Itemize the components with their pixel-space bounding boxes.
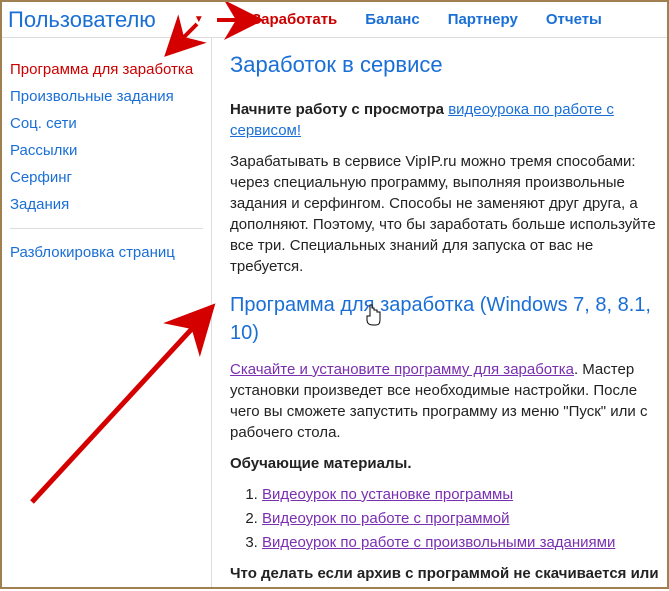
intro-bold: Начните работу с просмотра bbox=[230, 101, 448, 118]
sidebar-item-surfing[interactable]: Серфинг bbox=[10, 164, 203, 191]
nav-earn[interactable]: Заработать bbox=[252, 11, 338, 28]
nav-reports[interactable]: Отчеты bbox=[546, 11, 602, 28]
page-title: Пользователю bbox=[8, 7, 156, 33]
content-area: Заработок в сервисе Начните работу с про… bbox=[212, 38, 667, 587]
list-item: Видеоурок по работе с программой bbox=[262, 508, 663, 529]
download-link[interactable]: Скачайте и установите программу для зара… bbox=[230, 361, 574, 378]
train-link-1[interactable]: Видеоурок по установке программы bbox=[262, 486, 513, 503]
list-item: Видеоурок по работе с произвольными зада… bbox=[262, 532, 663, 553]
sidebar-divider bbox=[10, 228, 203, 229]
training-title: Обучающие материалы. bbox=[230, 453, 663, 474]
training-list: Видеоурок по установке программы Видеоур… bbox=[262, 484, 663, 553]
section-heading-program: Программа для заработка (Windows 7, 8, 8… bbox=[230, 291, 663, 347]
para-ways: Зарабатывать в сервисе VipIP.ru можно тр… bbox=[230, 151, 663, 277]
caret-down-icon: ▼ bbox=[194, 14, 204, 25]
sidebar-item-program[interactable]: Программа для заработка bbox=[10, 56, 203, 83]
list-item: Видеоурок по установке программы bbox=[262, 484, 663, 505]
top-nav: Пользователю ▼ Заработать Баланс Партнер… bbox=[2, 2, 667, 38]
download-para: Скачайте и установите программу для зара… bbox=[230, 359, 663, 443]
train-link-3[interactable]: Видеоурок по работе с произвольными зада… bbox=[262, 534, 615, 551]
intro-line: Начните работу с просмотра видеоурока по… bbox=[230, 99, 663, 141]
sidebar-item-jobs[interactable]: Задания bbox=[10, 191, 203, 218]
sidebar-item-unblock[interactable]: Разблокировка страниц bbox=[10, 239, 203, 266]
faq-title: Что делать если архив с программой не ск… bbox=[230, 563, 663, 587]
content-heading: Заработок в сервисе bbox=[230, 50, 663, 81]
sidebar: Программа для заработка Произвольные зад… bbox=[2, 38, 212, 587]
sidebar-item-social[interactable]: Соц. сети bbox=[10, 110, 203, 137]
sidebar-item-tasks[interactable]: Произвольные задания bbox=[10, 83, 203, 110]
train-link-2[interactable]: Видеоурок по работе с программой bbox=[262, 510, 510, 527]
nav-partner[interactable]: Партнеру bbox=[448, 11, 518, 28]
nav-balance[interactable]: Баланс bbox=[365, 11, 419, 28]
sidebar-item-mail[interactable]: Рассылки bbox=[10, 137, 203, 164]
